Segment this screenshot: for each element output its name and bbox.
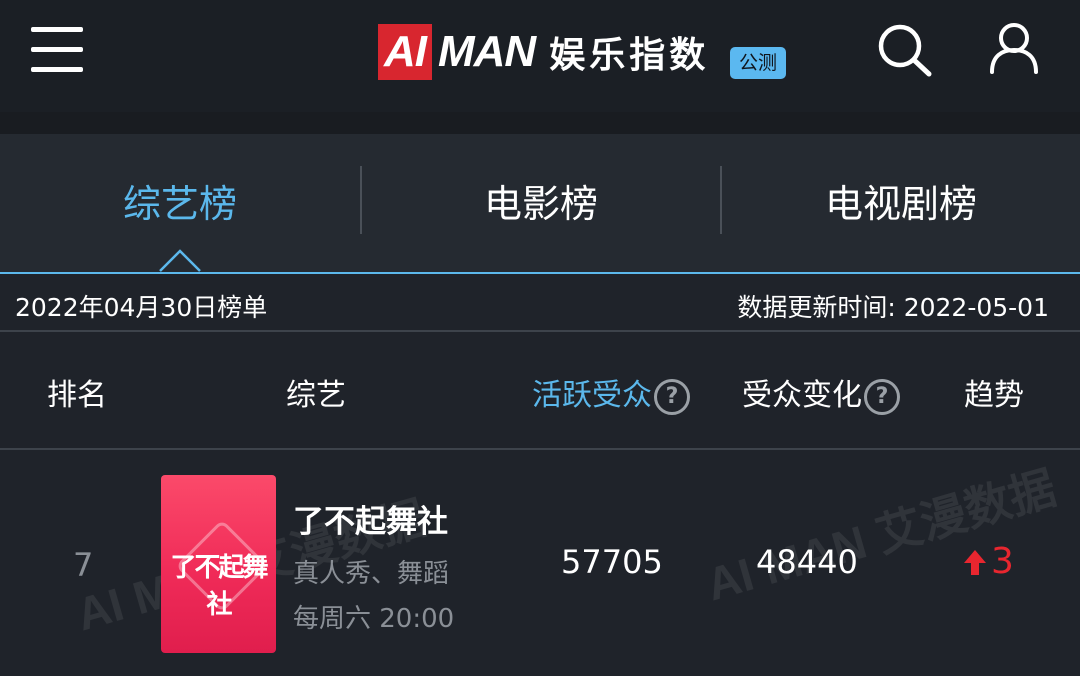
- top-bar: AI MAN 娱乐指数 公测: [0, 0, 1080, 112]
- app-logo: AI MAN 娱乐指数: [378, 22, 709, 82]
- column-audience-change-label: 受众变化: [742, 378, 862, 413]
- column-audience-change[interactable]: 受众变化?: [742, 370, 900, 415]
- show-poster[interactable]: 了不起舞社: [161, 475, 276, 653]
- menu-icon[interactable]: [31, 27, 83, 73]
- column-rank: 排名: [47, 378, 107, 413]
- logo-title: 娱乐指数: [549, 35, 710, 76]
- tab-tv-drama[interactable]: 电视剧榜: [721, 134, 1080, 266]
- trend-indicator: 3: [963, 541, 1014, 582]
- logo-ai: AI: [378, 24, 432, 80]
- logo-man: MAN: [438, 27, 536, 76]
- audience-change-value: 48440: [756, 543, 858, 581]
- table-header: 排名 综艺 活跃受众? 受众变化? 趋势: [0, 332, 1080, 450]
- active-tab-indicator: [159, 249, 201, 272]
- trend-value: 3: [991, 541, 1014, 582]
- user-icon[interactable]: [986, 20, 1042, 76]
- arrow-up-icon: [964, 549, 986, 575]
- watermark: AI MAN 艾漫数据: [700, 461, 1062, 611]
- app-root: AI MAN 娱乐指数 公测 综艺榜 电影榜 电视剧榜 2022年04月30日榜…: [0, 0, 1080, 676]
- tab-movie[interactable]: 电影榜: [361, 134, 721, 266]
- row-rank: 7: [73, 546, 94, 584]
- date-bar: 2022年04月30日榜单 数据更新时间: 2022-05-01: [0, 274, 1080, 332]
- column-trend: 趋势: [964, 378, 1024, 413]
- header-separator: [0, 112, 1080, 134]
- show-schedule: 每周六 20:00: [293, 604, 455, 634]
- beta-badge: 公测: [730, 47, 786, 79]
- list-date: 2022年04月30日榜单: [15, 293, 268, 322]
- show-genre: 真人秀、舞蹈: [293, 559, 450, 589]
- poster-title: 了不起舞社: [170, 553, 268, 620]
- table-row[interactable]: AI MAN 艾漫数据 AI MAN 艾漫数据 7 了不起舞社 了不起舞社 真人…: [0, 450, 1080, 676]
- update-time: 数据更新时间: 2022-05-01: [737, 293, 1049, 322]
- column-show: 综艺: [286, 378, 346, 413]
- show-name[interactable]: 了不起舞社: [293, 496, 448, 541]
- help-icon[interactable]: ?: [864, 378, 900, 415]
- search-icon[interactable]: [876, 22, 934, 78]
- active-audience-value: 57705: [561, 543, 663, 581]
- column-active-audience[interactable]: 活跃受众?: [532, 370, 690, 415]
- help-icon[interactable]: ?: [654, 378, 690, 415]
- ranking-tabs: 综艺榜 电影榜 电视剧榜: [0, 134, 1080, 274]
- column-active-audience-label: 活跃受众: [532, 378, 652, 413]
